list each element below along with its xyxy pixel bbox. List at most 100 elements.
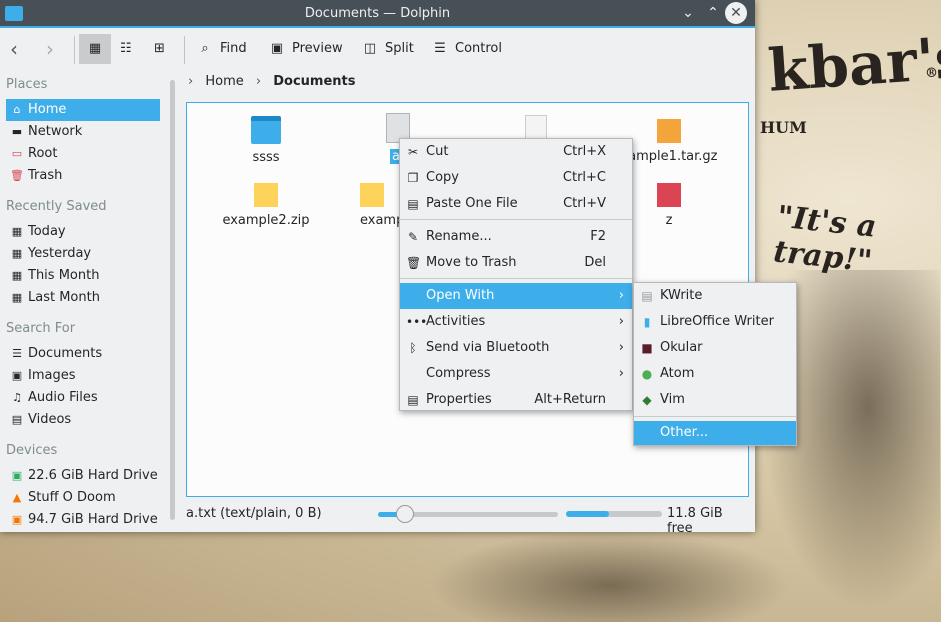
places-panel: Places ⌂ Home ▬ Network ▭ Root 🗑 Trash Recen…	[0, 72, 166, 532]
menu-item-paste[interactable]: ▤ Paste One File Ctrl+V	[400, 191, 632, 217]
shortcut: Del	[584, 255, 606, 270]
sidebar-item-documents[interactable]: ☰ Documents	[6, 343, 160, 365]
archive-icon	[657, 119, 681, 143]
label: Move to Trash	[426, 255, 517, 270]
menu-item-rename[interactable]: ✎ Rename... F2	[400, 224, 632, 250]
bluetooth-icon: ᛒ	[409, 341, 417, 355]
compact-view-button[interactable]: ☷	[120, 34, 132, 64]
breadcrumb: › Home › Documents	[188, 74, 355, 94]
sidebar-item-today[interactable]: ▦ Today	[6, 221, 160, 243]
menu-item-atom[interactable]: ● Atom	[634, 361, 796, 387]
zoom-slider[interactable]	[378, 505, 558, 523]
label: Other...	[660, 425, 709, 440]
split-button[interactable]: ◫ Split	[361, 34, 414, 64]
label: Atom	[660, 366, 695, 381]
preview-label: Preview	[292, 41, 343, 56]
atom-icon: ●	[641, 367, 653, 381]
menu-item-move-to-trash[interactable]: 🗑 Move to Trash Del	[400, 250, 632, 276]
sidebar-item-images[interactable]: ▣ Images	[6, 365, 160, 387]
label: Audio Files	[28, 390, 98, 405]
trash-icon: 🗑	[10, 169, 24, 182]
sidebar-item-root[interactable]: ▭ Root	[6, 143, 160, 165]
calendar-icon: ▦	[11, 247, 23, 260]
sidebar-item-yesterday[interactable]: ▦ Yesterday	[6, 243, 160, 265]
chevron-right-icon: ›	[618, 288, 624, 303]
menu-item-properties[interactable]: ▤ Properties Alt+Return	[400, 387, 632, 413]
calendar-icon: ▦	[11, 269, 23, 282]
sidebar-item-home[interactable]: ⌂ Home	[6, 99, 160, 121]
okular-icon: ■	[641, 341, 653, 355]
menu-item-other[interactable]: Other...	[634, 421, 796, 445]
details-view-button[interactable]: ⊞	[154, 34, 165, 64]
label: Open With	[426, 288, 495, 303]
wallpaper-mark: ®	[925, 66, 938, 81]
label: Send via Bluetooth	[426, 340, 550, 355]
find-button[interactable]: ⌕ Find	[196, 34, 246, 64]
wallpaper-text: HUM	[760, 118, 807, 137]
back-button[interactable]: ‹	[10, 34, 18, 64]
label: Videos	[28, 412, 72, 427]
film-icon: ▤	[11, 413, 23, 426]
file-item[interactable]: example2.zip	[206, 183, 326, 228]
control-button[interactable]: ☰ Control	[431, 34, 502, 64]
label: Cut	[426, 144, 449, 159]
menu-item-compress[interactable]: Compress ›	[400, 361, 632, 387]
shortcut: F2	[590, 229, 606, 244]
sidebar-scrollbar[interactable]	[170, 80, 175, 520]
sidebar-item-videos[interactable]: ▤ Videos	[6, 409, 160, 431]
hamburger-icon: ☰	[434, 41, 446, 56]
menu-separator	[400, 278, 632, 279]
menu-item-cut[interactable]: ✂ Cut Ctrl+X	[400, 139, 632, 165]
title-bar[interactable]: Documents — Dolphin ⌄ ⌃ ✕	[0, 0, 755, 28]
split-label: Split	[385, 41, 414, 56]
sidebar-item-drive[interactable]: ▣ 94.7 GiB Hard Drive	[6, 509, 160, 531]
label: Stuff O Doom	[28, 490, 116, 505]
open-with-submenu: ▤ KWrite ▮ LibreOffice Writer ■ Okular ● Ato…	[633, 282, 797, 446]
minimize-button[interactable]: ⌄	[677, 2, 699, 24]
disk-space-fill	[566, 511, 610, 517]
hard-drive-icon: ▲	[12, 491, 22, 504]
context-menu: ✂ Cut Ctrl+X ❐ Copy Ctrl+C ▤ Paste One File Ct…	[399, 138, 633, 411]
menu-item-activities[interactable]: ••• Activities ›	[400, 309, 632, 335]
menu-item-copy[interactable]: ❐ Copy Ctrl+C	[400, 165, 632, 191]
breadcrumb-home[interactable]: Home	[205, 74, 243, 89]
label: Copy	[426, 170, 459, 185]
label: Yesterday	[28, 246, 92, 261]
properties-icon: ▤	[407, 393, 419, 407]
sidebar-item-last-month[interactable]: ▦ Last Month	[6, 287, 160, 309]
menu-item-open-with[interactable]: Open With ›	[400, 283, 632, 309]
music-icon: ♫	[12, 391, 22, 404]
sidebar-item-this-month[interactable]: ▦ This Month	[6, 265, 160, 287]
icons-view-button[interactable]: ▦	[79, 34, 111, 64]
menu-item-bluetooth[interactable]: ᛒ Send via Bluetooth ›	[400, 335, 632, 361]
document-icon: ☰	[12, 347, 22, 360]
section-header: Places	[6, 77, 48, 92]
menu-item-vim[interactable]: ◆ Vim	[634, 387, 796, 413]
label: Properties	[426, 392, 492, 407]
menu-item-kwrite[interactable]: ▤ KWrite	[634, 283, 796, 309]
split-icon: ◫	[363, 41, 377, 56]
sidebar-item-trash[interactable]: 🗑 Trash	[6, 165, 160, 187]
hard-drive-icon: ▣	[11, 469, 23, 482]
root-folder-icon: ▭	[11, 147, 23, 160]
file-item[interactable]: ssss	[206, 116, 326, 165]
menu-item-libreoffice-writer[interactable]: ▮ LibreOffice Writer	[634, 309, 796, 335]
label: Compress	[426, 366, 491, 381]
sidebar-item-drive[interactable]: ▣ 22.6 GiB Hard Drive	[6, 465, 160, 487]
close-button[interactable]: ✕	[725, 2, 747, 24]
sidebar-item-network[interactable]: ▬ Network	[6, 121, 160, 143]
calendar-icon: ▦	[11, 291, 23, 304]
preview-button[interactable]: ▣ Preview	[268, 34, 343, 64]
menu-separator	[400, 219, 632, 220]
label: Last Month	[28, 290, 100, 305]
breadcrumb-current[interactable]: Documents	[273, 74, 355, 89]
sidebar-item-drive[interactable]: ▲ Stuff O Doom	[6, 487, 160, 509]
maximize-button[interactable]: ⌃	[702, 2, 724, 24]
forward-button[interactable]: ›	[46, 34, 54, 64]
disk-space-bar	[566, 511, 662, 517]
libreoffice-writer-icon: ▮	[643, 315, 651, 329]
folder-icon	[251, 116, 281, 144]
menu-item-okular[interactable]: ■ Okular	[634, 335, 796, 361]
zoom-slider-handle[interactable]	[396, 505, 414, 523]
sidebar-item-audio[interactable]: ♫ Audio Files	[6, 387, 160, 409]
